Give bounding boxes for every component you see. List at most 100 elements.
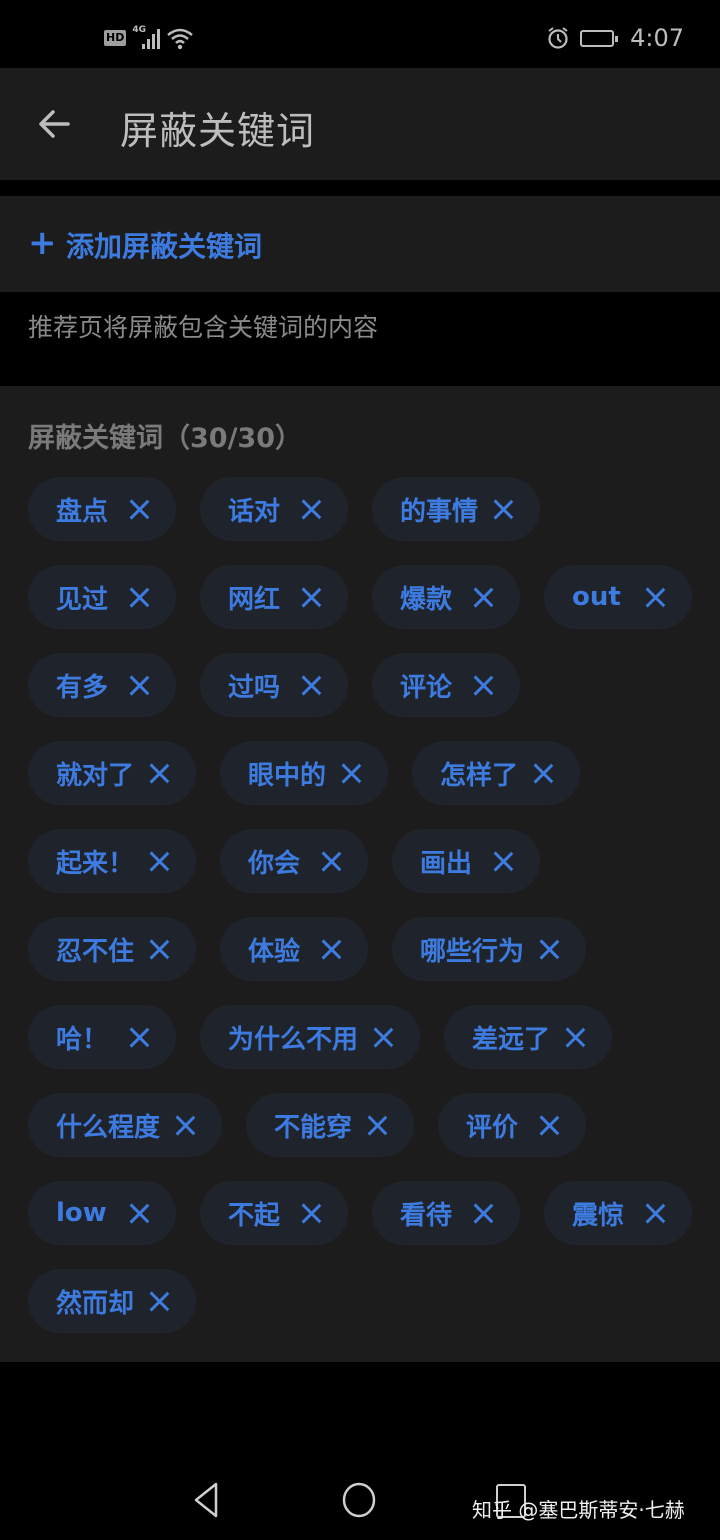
keyword-chip[interactable]: 眼中的 — [220, 741, 389, 805]
remove-keyword-icon[interactable] — [300, 498, 322, 520]
remove-keyword-icon[interactable] — [320, 938, 342, 960]
remove-keyword-icon[interactable] — [128, 498, 150, 520]
keyword-chip-row: 起来！ 你会 画出 — [28, 829, 700, 893]
alarm-icon — [548, 27, 568, 49]
keyword-chip-label: 你会 — [248, 848, 301, 879]
remove-keyword-icon[interactable] — [538, 1114, 560, 1136]
remove-keyword-icon[interactable] — [492, 498, 514, 520]
remove-keyword-icon[interactable] — [644, 586, 666, 608]
keyword-chip[interactable]: 不能穿 — [246, 1093, 415, 1157]
keyword-chip[interactable]: out — [544, 565, 692, 629]
status-right: 4:07 — [546, 24, 684, 52]
keyword-chip[interactable]: 怎样了 — [412, 741, 581, 805]
keyword-chip-label: 震惊 — [572, 1200, 625, 1231]
keyword-chip-label: 什么程度 — [56, 1112, 161, 1143]
keyword-chip[interactable]: 然而却 — [28, 1269, 197, 1333]
keyword-chip[interactable]: 画出 — [392, 829, 541, 893]
network-type-label: 4G — [132, 25, 146, 35]
remove-keyword-icon[interactable] — [148, 762, 170, 784]
battery-icon — [580, 29, 619, 47]
remove-keyword-icon[interactable] — [320, 850, 342, 872]
remove-keyword-icon[interactable] — [472, 674, 494, 696]
keyword-chip[interactable]: 见过 — [28, 565, 176, 629]
remove-keyword-icon[interactable] — [128, 1026, 150, 1048]
remove-keyword-icon[interactable] — [148, 938, 170, 960]
keyword-chip-label: 差远了 — [472, 1024, 551, 1055]
keyword-chip-label: 网红 — [228, 584, 281, 615]
remove-keyword-icon[interactable] — [174, 1114, 196, 1136]
add-keyword-button[interactable]: + 添加屏蔽关键词 — [0, 196, 720, 292]
keyword-chip[interactable]: 体验 — [220, 917, 369, 981]
remove-keyword-icon[interactable] — [128, 1202, 150, 1224]
remove-keyword-icon[interactable] — [564, 1026, 586, 1048]
hd-icon: HD — [104, 30, 127, 46]
keyword-chip[interactable]: 看待 — [372, 1181, 520, 1245]
keyword-chip-label: 盘点 — [56, 496, 109, 527]
remove-keyword-icon[interactable] — [300, 1202, 322, 1224]
remove-keyword-icon[interactable] — [538, 938, 560, 960]
keyword-chip-row: 什么程度 不能穿 评价 — [28, 1093, 700, 1157]
keyword-chip[interactable]: 网红 — [200, 565, 348, 629]
keyword-chip[interactable]: 什么程度 — [28, 1093, 223, 1157]
keyword-chip[interactable]: 盘点 — [28, 477, 176, 541]
keyword-chip[interactable]: 不起 — [200, 1181, 348, 1245]
keyword-chip-label: low — [56, 1198, 107, 1228]
keyword-chip[interactable]: 起来！ — [28, 829, 197, 893]
remove-keyword-icon[interactable] — [532, 762, 554, 784]
keyword-chip-label: 画出 — [420, 848, 473, 879]
remove-keyword-icon[interactable] — [128, 586, 150, 608]
remove-keyword-icon[interactable] — [644, 1202, 666, 1224]
keyword-chip[interactable]: 评价 — [438, 1093, 587, 1157]
page-title: 屏蔽关键词 — [120, 109, 316, 153]
keyword-chip-list: 盘点 话对 的事情见过 网红 爆款 out 有多 过吗 评论就对了 眼中的 怎样了起来！ 你会 画出忍不… — [28, 477, 700, 1357]
remove-keyword-icon[interactable] — [366, 1114, 388, 1136]
nav-back-icon[interactable] — [190, 1480, 222, 1520]
keyword-chip-label: 爆款 — [400, 584, 453, 615]
keyword-chip-label: 的事情 — [400, 496, 479, 527]
keyword-chip-label: 体验 — [248, 936, 301, 967]
keyword-chip-label: 不能穿 — [274, 1112, 353, 1143]
keyword-chip-label: 过吗 — [228, 672, 281, 703]
remove-keyword-icon[interactable] — [128, 674, 150, 696]
keyword-chip-row: 盘点 话对 的事情 — [28, 477, 700, 541]
arrow-left-icon[interactable] — [34, 104, 74, 144]
keyword-chip[interactable]: 爆款 — [372, 565, 520, 629]
keywords-section: 屏蔽关键词（30/30） 盘点 话对 的事情 见过 网红 爆款 out 有多 过吗 评论 就对了 眼中… — [0, 386, 720, 1362]
hint-text: 推荐页将屏蔽包含关键词的内容 — [28, 313, 379, 342]
keyword-chip-row: 有多 过吗 评论 — [28, 653, 700, 717]
keyword-chip[interactable]: 过吗 — [200, 653, 348, 717]
keyword-chip[interactable]: 差远了 — [444, 1005, 613, 1069]
keyword-chip[interactable]: 有多 — [28, 653, 176, 717]
keyword-chip[interactable]: 忍不住 — [28, 917, 197, 981]
keyword-chip[interactable]: 就对了 — [28, 741, 197, 805]
remove-keyword-icon[interactable] — [472, 1202, 494, 1224]
remove-keyword-icon[interactable] — [340, 762, 362, 784]
remove-keyword-icon[interactable] — [492, 850, 514, 872]
keyword-chip[interactable]: 哈！ — [28, 1005, 176, 1069]
remove-keyword-icon[interactable] — [300, 674, 322, 696]
remove-keyword-icon[interactable] — [472, 586, 494, 608]
remove-keyword-icon[interactable] — [300, 586, 322, 608]
keyword-chip-label: 见过 — [56, 584, 109, 615]
keyword-chip[interactable]: 评论 — [372, 653, 520, 717]
keyword-chip-row: low 不起 看待 震惊 — [28, 1181, 700, 1245]
keyword-chip-label: 为什么不用 — [228, 1024, 359, 1055]
watermark: 知乎 @塞巴斯蒂安·七赫 — [472, 1498, 685, 1522]
keyword-chip[interactable]: 哪些行为 — [392, 917, 587, 981]
keyword-chip-row: 忍不住 体验 哪些行为 — [28, 917, 700, 981]
keyword-chip[interactable]: 你会 — [220, 829, 369, 893]
keyword-chip-label: 不起 — [228, 1200, 281, 1231]
remove-keyword-icon[interactable] — [148, 850, 170, 872]
keyword-chip-label: 起来！ — [56, 848, 135, 879]
keyword-chip-label: 就对了 — [56, 760, 135, 791]
keyword-chip-row: 见过 网红 爆款 out — [28, 565, 700, 629]
keyword-chip-label: 评价 — [466, 1112, 519, 1143]
keyword-chip[interactable]: 话对 — [200, 477, 348, 541]
keyword-chip[interactable]: low — [28, 1181, 176, 1245]
remove-keyword-icon[interactable] — [148, 1290, 170, 1312]
remove-keyword-icon[interactable] — [372, 1026, 394, 1048]
keyword-chip[interactable]: 为什么不用 — [200, 1005, 421, 1069]
nav-home-icon[interactable] — [342, 1482, 376, 1518]
keyword-chip[interactable]: 的事情 — [372, 477, 541, 541]
keyword-chip[interactable]: 震惊 — [544, 1181, 692, 1245]
